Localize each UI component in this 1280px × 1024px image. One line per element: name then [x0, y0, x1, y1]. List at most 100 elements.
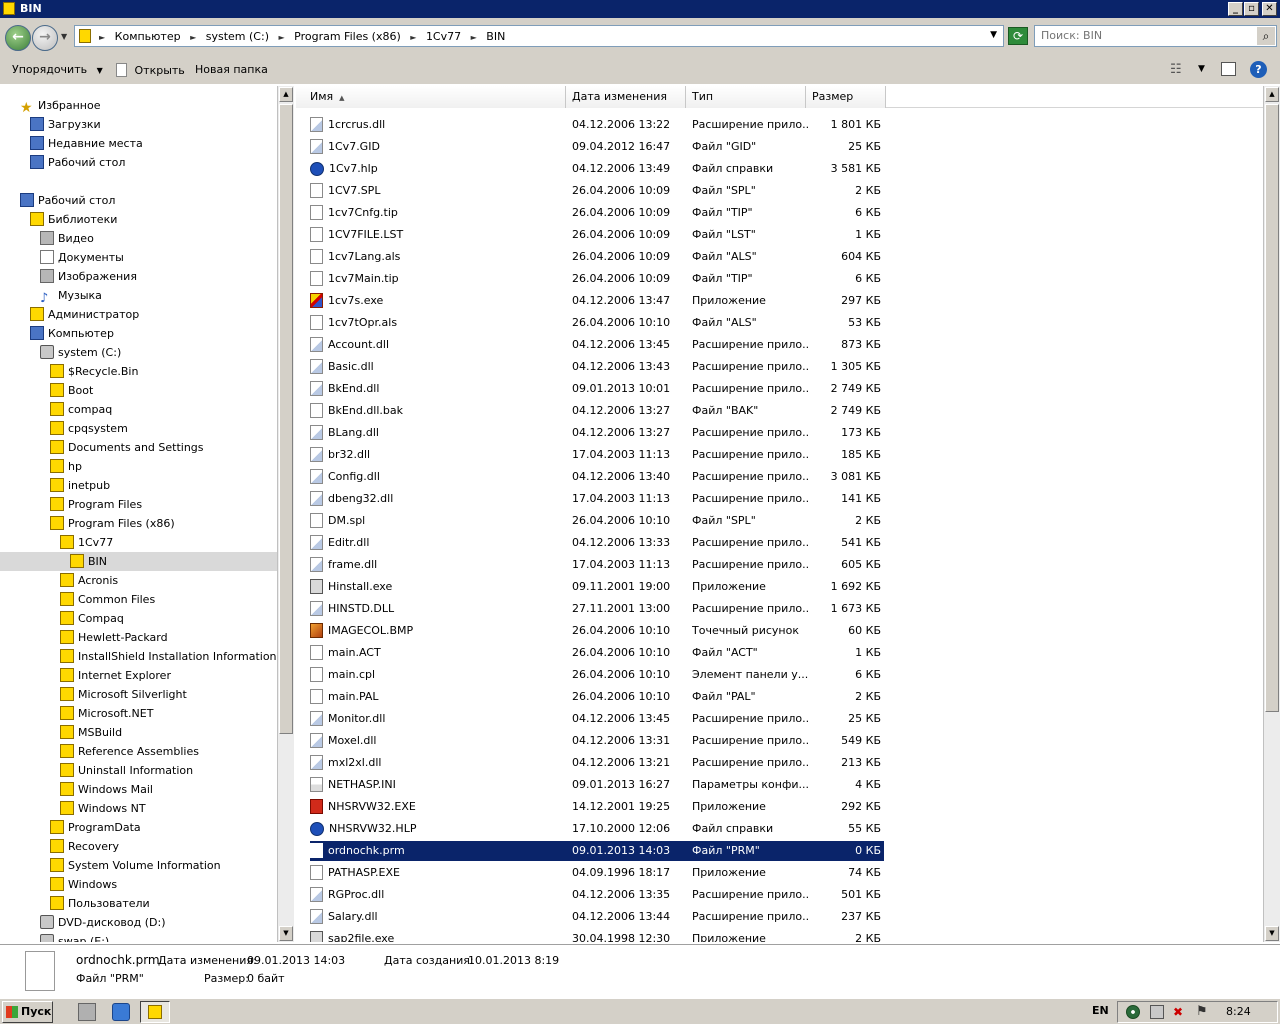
- nav-item[interactable]: Reference Assemblies: [60, 742, 199, 761]
- nav-item[interactable]: Загрузки: [30, 115, 101, 134]
- tray-app-icon[interactable]: [1126, 1005, 1140, 1019]
- file-row[interactable]: Account.dll 04.12.2006 13:45 Расширение пр…: [310, 335, 884, 355]
- breadcrumb-item[interactable]: system (C:): [206, 30, 269, 43]
- nav-item[interactable]: Рабочий стол: [30, 153, 125, 172]
- nav-item[interactable]: Boot: [50, 381, 93, 400]
- file-row[interactable]: main.ACT 26.04.2006 10:10 Файл "ACT" 1 КБ: [310, 643, 884, 663]
- nav-item[interactable]: Windows NT: [60, 799, 146, 818]
- view-options-icon[interactable]: ☷: [1170, 62, 1182, 77]
- nav-item[interactable]: MSBuild: [60, 723, 122, 742]
- nav-item[interactable]: Рабочий стол: [20, 191, 115, 210]
- file-row[interactable]: HINSTD.DLL 27.11.2001 13:00 Расширение при…: [310, 599, 884, 619]
- nav-item[interactable]: $Recycle.Bin: [50, 362, 138, 381]
- file-row[interactable]: IMAGECOL.BMP 26.04.2006 10:10 Точечный рис…: [310, 621, 884, 641]
- file-row[interactable]: BLang.dll 04.12.2006 13:27 Расширение прил…: [310, 423, 884, 443]
- volume-muted-icon[interactable]: ✖: [1173, 1005, 1187, 1019]
- nav-item[interactable]: Uninstall Information: [60, 761, 193, 780]
- preview-pane-icon[interactable]: [1221, 62, 1236, 76]
- nav-item[interactable]: Acronis: [60, 571, 118, 590]
- file-row[interactable]: Editr.dll 04.12.2006 13:33 Расширение прил…: [310, 533, 884, 553]
- file-row[interactable]: 1cv7tOpr.als 26.04.2006 10:10 Файл "ALS" 53…: [310, 313, 884, 333]
- file-row[interactable]: NHSRVW32.EXE 14.12.2001 19:25 Приложение 29…: [310, 797, 884, 817]
- file-row[interactable]: BkEnd.dll 09.01.2013 10:01 Расширение прил…: [310, 379, 884, 399]
- nav-item[interactable]: Hewlett-Packard: [60, 628, 168, 647]
- address-field[interactable]: ► Компьютер ► system (C:) ► Program File…: [74, 25, 1004, 47]
- chevron-down-icon[interactable]: ▼: [1198, 64, 1205, 74]
- file-row[interactable]: NHSRVW32.HLP 17.10.2000 12:06 Файл справки…: [310, 819, 884, 839]
- chevron-right-icon[interactable]: ►: [278, 33, 284, 42]
- file-row[interactable]: mxl2xl.dll 04.12.2006 13:21 Расширение при…: [310, 753, 884, 773]
- breadcrumb-item[interactable]: BIN: [486, 30, 505, 43]
- file-row[interactable]: 1cv7s.exe 04.12.2006 13:47 Приложение 297 К…: [310, 291, 884, 311]
- file-row[interactable]: Config.dll 04.12.2006 13:40 Расширение при…: [310, 467, 884, 487]
- scroll-up-icon[interactable]: ▲: [279, 87, 293, 102]
- address-dropdown-button[interactable]: ▼: [990, 30, 997, 40]
- nav-item[interactable]: compaq: [50, 400, 112, 419]
- scroll-down-icon[interactable]: ▼: [279, 926, 293, 941]
- file-list-scrollbar[interactable]: ▲ ▼: [1263, 86, 1280, 942]
- clock[interactable]: 8:24: [1226, 1005, 1251, 1018]
- nav-item[interactable]: System Volume Information: [50, 856, 221, 875]
- nav-item[interactable]: Program Files (x86): [50, 514, 175, 533]
- nav-item[interactable]: Изображения: [40, 267, 137, 286]
- file-row[interactable]: Monitor.dll 04.12.2006 13:45 Расширение пр…: [310, 709, 884, 729]
- nav-item[interactable]: swap (E:): [40, 932, 109, 942]
- chevron-right-icon[interactable]: ►: [99, 33, 105, 42]
- navigation-scrollbar[interactable]: ▲ ▼: [277, 86, 294, 942]
- organize-button[interactable]: Упорядочить ▼: [12, 63, 103, 76]
- server-manager-icon[interactable]: [78, 1003, 96, 1021]
- file-row[interactable]: sap2file.exe 30.04.1998 12:30 Приложение 2 …: [310, 929, 884, 942]
- nav-item[interactable]: Microsoft.NET: [60, 704, 153, 723]
- start-button[interactable]: Пуск: [2, 1001, 53, 1023]
- action-center-flag-icon[interactable]: ⚑: [1196, 1005, 1210, 1019]
- column-header-type[interactable]: Тип: [686, 86, 806, 108]
- nav-item[interactable]: Компьютер: [30, 324, 114, 343]
- file-row[interactable]: 1Cv7.GID 09.04.2012 16:47 Файл "GID" 25 КБ: [310, 137, 884, 157]
- nav-item[interactable]: Documents and Settings: [50, 438, 204, 457]
- search-input[interactable]: [1041, 29, 1251, 42]
- file-row[interactable]: NETHASP.INI 09.01.2013 16:27 Параметры кон…: [310, 775, 884, 795]
- scroll-down-icon[interactable]: ▼: [1265, 926, 1279, 941]
- nav-item[interactable]: hp: [50, 457, 82, 476]
- new-folder-button[interactable]: Новая папка: [195, 63, 268, 76]
- help-icon[interactable]: ?: [1250, 61, 1267, 78]
- nav-item[interactable]: Библиотеки: [30, 210, 117, 229]
- refresh-button[interactable]: ⟳: [1008, 27, 1028, 45]
- nav-item[interactable]: BIN: [0, 552, 277, 571]
- nav-item[interactable]: Администратор: [30, 305, 139, 324]
- nav-item[interactable]: Пользователи: [50, 894, 150, 913]
- file-row[interactable]: main.PAL 26.04.2006 10:10 Файл "PAL" 2 КБ: [310, 687, 884, 707]
- chevron-right-icon[interactable]: ►: [190, 33, 196, 42]
- nav-item[interactable]: Недавние места: [30, 134, 143, 153]
- file-row[interactable]: 1cv7Main.tip 26.04.2006 10:09 Файл "TIP" 6 …: [310, 269, 884, 289]
- file-row[interactable]: main.cpl 26.04.2006 10:10 Элемент панели у…: [310, 665, 884, 685]
- nav-item[interactable]: InstallShield Installation Information: [60, 647, 277, 666]
- file-row[interactable]: 1crcrus.dll 04.12.2006 13:22 Расширение пр…: [310, 115, 884, 135]
- nav-item[interactable]: DVD-дисковод (D:): [40, 913, 166, 932]
- nav-item[interactable]: 1Cv77: [60, 533, 113, 552]
- file-row[interactable]: 1CV7.SPL 26.04.2006 10:09 Файл "SPL" 2 КБ: [310, 181, 884, 201]
- file-row[interactable]: PATHASP.EXE 04.09.1996 18:17 Приложение 74 …: [310, 863, 884, 883]
- nav-item[interactable]: Common Files: [60, 590, 155, 609]
- file-row[interactable]: 1cv7Lang.als 26.04.2006 10:09 Файл "ALS" 60…: [310, 247, 884, 267]
- close-button[interactable]: ✕: [1262, 2, 1277, 16]
- file-row[interactable]: frame.dll 17.04.2003 11:13 Расширение прил…: [310, 555, 884, 575]
- back-button[interactable]: ←: [5, 25, 31, 51]
- file-row[interactable]: dbeng32.dll 17.04.2003 11:13 Расширение пр…: [310, 489, 884, 509]
- internet-explorer-icon[interactable]: [112, 1003, 130, 1021]
- chevron-right-icon[interactable]: ►: [410, 33, 416, 42]
- nav-item[interactable]: inetpub: [50, 476, 110, 495]
- minimize-button[interactable]: _: [1228, 2, 1243, 16]
- file-row[interactable]: DM.spl 26.04.2006 10:10 Файл "SPL" 2 КБ: [310, 511, 884, 531]
- nav-item[interactable]: ProgramData: [50, 818, 141, 837]
- file-row[interactable]: 1cv7Cnfg.tip 26.04.2006 10:09 Файл "TIP" 6 …: [310, 203, 884, 223]
- taskbar-explorer-button[interactable]: [140, 1001, 170, 1023]
- nav-item[interactable]: Internet Explorer: [60, 666, 171, 685]
- column-header-name[interactable]: Имя ▲: [296, 86, 566, 108]
- nav-item[interactable]: Видео: [40, 229, 94, 248]
- file-row[interactable]: Moxel.dll 04.12.2006 13:31 Расширение прил…: [310, 731, 884, 751]
- maximize-button[interactable]: ▫: [1244, 2, 1259, 16]
- nav-item[interactable]: Windows: [50, 875, 117, 894]
- nav-item[interactable]: Program Files: [50, 495, 142, 514]
- file-row[interactable]: BkEnd.dll.bak 04.12.2006 13:27 Файл "BAK" 2…: [310, 401, 884, 421]
